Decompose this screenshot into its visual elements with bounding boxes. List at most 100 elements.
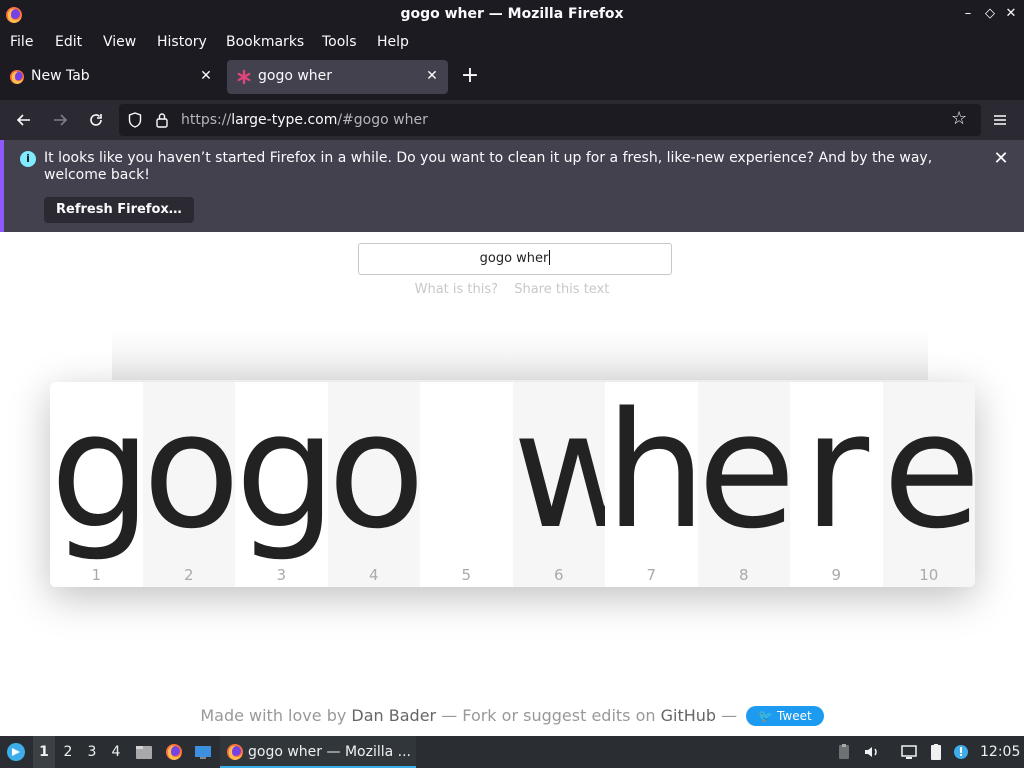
menu-bar: File Edit View History Bookmarks Tools H… xyxy=(0,30,1024,54)
url-bar[interactable]: https://large-type.com/#gogo wher ☆ xyxy=(119,104,981,136)
menu-help[interactable]: Help xyxy=(377,32,409,52)
character-index: 7 xyxy=(646,566,657,584)
minimize-button[interactable]: – xyxy=(960,6,976,22)
clipboard-icon[interactable] xyxy=(835,743,853,761)
close-notification-icon[interactable]: ✕ xyxy=(992,150,1010,168)
close-tab-icon[interactable]: ✕ xyxy=(198,68,214,84)
page-content: gogo wher What is this? Share this text … xyxy=(0,232,1024,736)
url-text[interactable]: https://large-type.com/#gogo wher xyxy=(181,112,428,128)
character-cell: h7 xyxy=(605,382,707,587)
workspace-2[interactable]: 2 xyxy=(57,736,79,768)
reload-icon[interactable] xyxy=(84,108,108,132)
tab-new-tab[interactable]: New Tab ✕ xyxy=(0,60,222,94)
large-type-display: g1o2g3o4 5 w 6 h 7 e 8 r 9 e 10 xyxy=(50,382,975,587)
firefox-icon xyxy=(227,744,243,760)
share-this-text-link[interactable]: Share this text xyxy=(514,282,609,297)
character-glyph: e xyxy=(882,382,976,564)
tweet-button[interactable]: 🐦 Tweet xyxy=(746,706,824,726)
shadow-strip xyxy=(112,330,928,380)
character-glyph: e xyxy=(697,382,796,564)
large-type-text-input[interactable]: gogo wher xyxy=(358,243,672,275)
menu-bookmarks[interactable]: Bookmarks xyxy=(226,32,304,52)
window-title: gogo wher — Mozilla Firefox xyxy=(400,6,624,22)
menu-edit[interactable]: Edit xyxy=(55,32,82,52)
character-index: 9 xyxy=(831,566,842,584)
character-cell: e 10 xyxy=(882,382,976,587)
character-index: 2 xyxy=(183,566,194,584)
notifications-icon[interactable] xyxy=(952,743,970,761)
what-is-this-link[interactable]: What is this? xyxy=(415,282,498,297)
fork-text: — Fork or suggest edits on xyxy=(441,706,656,725)
back-arrow-icon[interactable] xyxy=(12,108,36,132)
navigation-bar: https://large-type.com/#gogo wher ☆ xyxy=(0,100,1024,140)
workspace-4[interactable]: 4 xyxy=(105,736,127,768)
menu-tools[interactable]: Tools xyxy=(322,32,357,52)
taskbar-window-label: gogo wher — Mozilla ... xyxy=(248,744,411,760)
maximize-button[interactable]: ◇ xyxy=(982,6,998,22)
character-glyph: h xyxy=(605,382,707,564)
tab-gogo-wher[interactable]: gogo wher ✕ xyxy=(227,60,448,94)
character-index: 10 xyxy=(919,566,939,584)
character-index: 3 xyxy=(276,566,287,584)
firefox-launcher-icon[interactable] xyxy=(165,743,183,761)
tweet-label: Tweet xyxy=(777,709,812,723)
hamburger-menu-icon[interactable] xyxy=(988,108,1012,132)
text-caret xyxy=(549,250,551,265)
character-glyph: g xyxy=(50,382,152,564)
character-cell: r9 xyxy=(790,382,883,587)
author-link[interactable]: Dan Bader xyxy=(351,706,436,725)
menu-view[interactable]: View xyxy=(103,32,136,52)
menu-file[interactable]: File xyxy=(10,32,33,52)
desktop-icon[interactable] xyxy=(194,743,212,761)
firefox-icon xyxy=(10,70,24,84)
twitter-bird-icon: 🐦 xyxy=(758,709,774,723)
github-link[interactable]: GitHub xyxy=(661,706,716,725)
character-cell: g3 xyxy=(235,382,337,587)
shield-icon[interactable] xyxy=(127,112,143,128)
network-icon[interactable] xyxy=(900,743,918,761)
large-type-favicon-icon xyxy=(237,69,251,85)
sub-links: What is this? Share this text xyxy=(0,282,1024,297)
close-tab-icon[interactable]: ✕ xyxy=(424,68,440,84)
bookmark-star-icon[interactable]: ☆ xyxy=(951,110,967,128)
character-index: 6 xyxy=(553,566,564,584)
menu-history[interactable]: History xyxy=(157,32,207,52)
url-host: large-type.com xyxy=(231,112,338,128)
info-icon: i xyxy=(20,151,36,167)
application-launcher-icon[interactable] xyxy=(4,736,28,768)
taskbar-firefox-window[interactable]: gogo wher — Mozilla ... xyxy=(220,736,416,768)
notification-message: It looks like you haven’t started Firefo… xyxy=(44,150,933,183)
battery-icon[interactable] xyxy=(927,743,945,761)
lock-icon[interactable] xyxy=(154,112,170,128)
character-glyph: w xyxy=(512,382,644,564)
character-cell: w6 xyxy=(512,382,644,587)
character-index: 8 xyxy=(738,566,749,584)
tab-label: New Tab xyxy=(31,68,90,84)
url-path: /#gogo wher xyxy=(337,112,428,128)
window-titlebar: gogo wher — Mozilla Firefox – ◇ ✕ xyxy=(0,0,1024,30)
character-glyph: g xyxy=(235,382,337,564)
character-glyph: o xyxy=(142,382,241,564)
refresh-firefox-notification: i It looks like you haven’t started Fire… xyxy=(0,140,1024,232)
input-value: gogo wher xyxy=(479,251,549,266)
character-glyph: r xyxy=(803,382,870,564)
volume-icon[interactable] xyxy=(863,743,881,761)
character-index: 1 xyxy=(91,566,102,584)
character-glyph: o xyxy=(327,382,426,564)
workspace-1[interactable]: 1 xyxy=(33,736,55,768)
url-scheme: https:// xyxy=(181,112,232,128)
forward-arrow-icon[interactable] xyxy=(48,108,72,132)
page-footer: Made with love by Dan Bader — Fork or su… xyxy=(0,706,1024,726)
character-index: 5 xyxy=(461,566,472,584)
taskbar: 1 2 3 4 gogo wher — Mozilla ... 12:05 xyxy=(0,736,1024,768)
refresh-firefox-button[interactable]: Refresh Firefox… xyxy=(44,197,194,223)
workspace-3[interactable]: 3 xyxy=(81,736,103,768)
tab-label: gogo wher xyxy=(258,68,333,84)
character-cell: o4 xyxy=(327,382,426,587)
close-window-button[interactable]: ✕ xyxy=(1003,6,1019,22)
character-cell: o2 xyxy=(142,382,241,587)
file-manager-icon[interactable] xyxy=(135,743,153,761)
made-with-text: Made with love by xyxy=(200,706,347,725)
clock[interactable]: 12:05 xyxy=(980,736,1020,768)
new-tab-button[interactable]: + xyxy=(459,65,481,87)
